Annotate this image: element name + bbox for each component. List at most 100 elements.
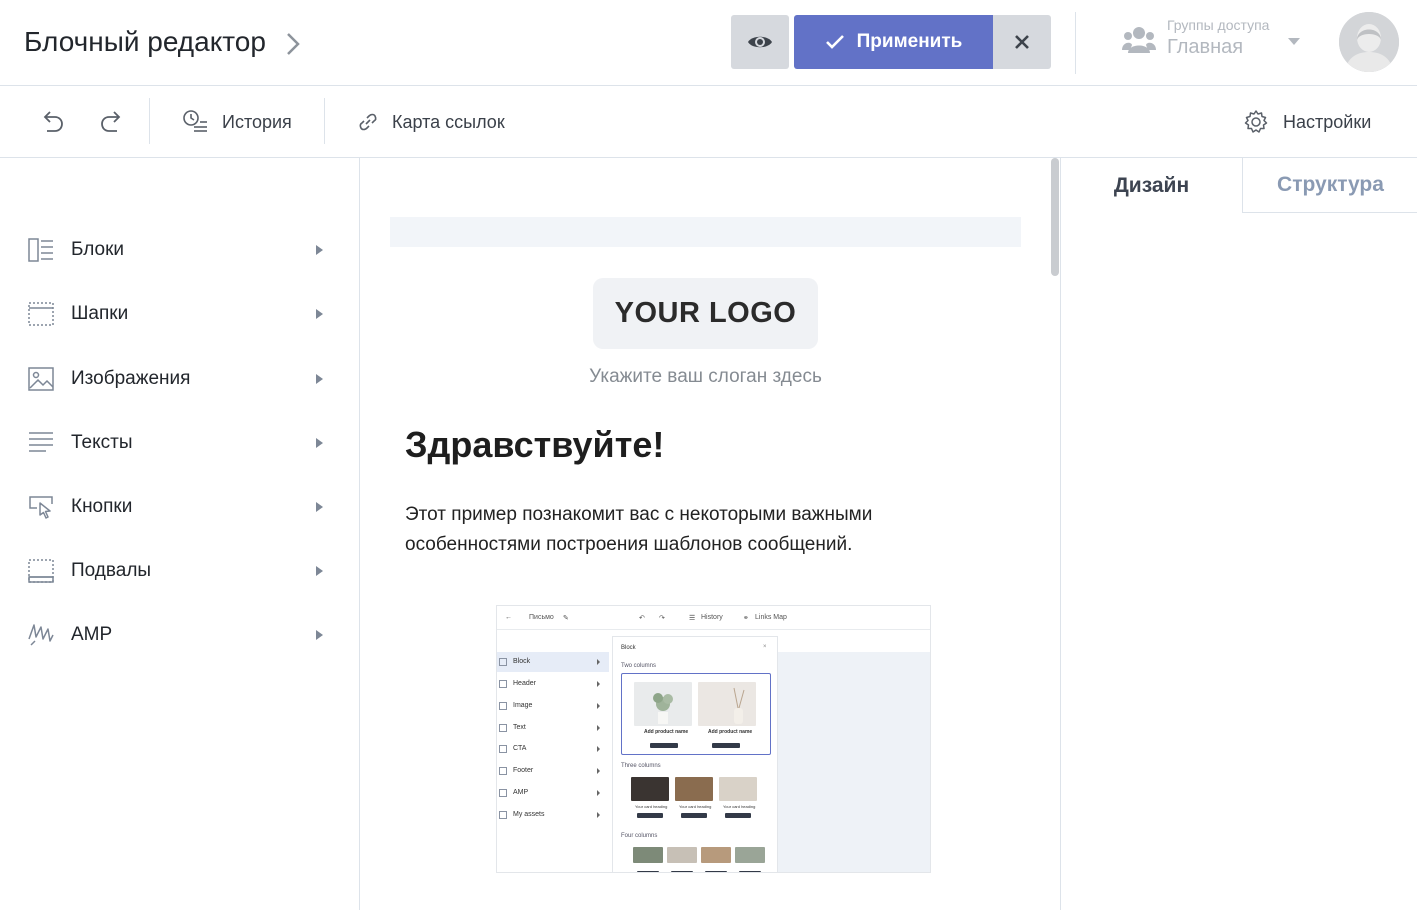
sidebar-item-label: Блоки [71,239,125,260]
mini-item-icon [499,767,507,775]
settings-label: Настройки [1283,111,1372,132]
sidebar-item-texts[interactable]: Тексты [28,423,328,463]
mini-item: Text [497,718,609,738]
mini-card-heading: Your card heading [635,804,668,809]
mini-item: Block [497,652,609,672]
mini-product-name: Add product name [708,729,753,735]
apply-button[interactable]: Применить [794,15,993,69]
sidebar-item-amp[interactable]: AMP [28,615,328,655]
blocks-icon [28,237,54,263]
preview-button[interactable] [731,15,789,69]
mini-arrow-icon [597,812,600,818]
preheader-strip[interactable] [390,217,1021,247]
mini-close-icon: × [763,644,767,650]
caret-right-icon [316,309,323,319]
greeting-heading[interactable]: Здравствуйте! [405,424,664,466]
mini-undo-icon: ↶ [639,615,645,622]
sidebar-item-headers[interactable]: Шапки [28,294,328,334]
mini-link-icon: ⚭ [743,615,749,622]
mini-item-icon [499,811,507,819]
mini-canvas-bg [778,652,930,872]
history-icon [183,110,207,132]
properties-panel: Дизайн Структура [1060,158,1417,910]
mini-arrow-icon [597,659,600,665]
access-group-value: Главная [1167,36,1244,58]
redo-icon[interactable] [98,108,126,136]
mini-card-heading: Your card heading [723,804,756,809]
caret-right-icon [316,630,323,640]
mini-item-icon [499,680,507,688]
logo-placeholder[interactable]: YOUR LOGO [593,278,818,349]
mini-arrow-icon [597,703,600,709]
header-divider [1075,12,1076,74]
access-group-select[interactable]: Группы доступа Главная [1122,14,1312,68]
sidebar-item-label: AMP [71,624,113,645]
undo-icon[interactable] [38,108,66,136]
footer-icon [28,558,54,584]
header-icon [28,301,54,327]
caret-down-icon [1288,38,1300,45]
page-title: Блочный редактор [24,26,266,57]
mini-item-label: Block [513,658,531,665]
chevron-right-icon[interactable] [282,30,306,58]
tab-design[interactable]: Дизайн [1061,158,1242,213]
mini-toolbar: ← Письмо ✎ ↶ ↷ ☰ History ⚭ Links Map [497,606,930,630]
links-map-button[interactable]: Карта ссылок [358,106,505,138]
mini-item: Image [497,696,609,716]
mini-button [681,813,707,818]
user-silhouette-icon [1339,12,1399,72]
access-group-label: Группы доступа [1167,17,1270,33]
mini-sidebar: Block Header Image Text CTA Footer AMP M… [497,652,611,872]
sidebar-item-images[interactable]: Изображения [28,359,328,399]
toolbar-divider [324,98,325,144]
mini-links-label: Links Map [755,614,787,621]
canvas-scrollbar-thumb[interactable] [1051,158,1059,276]
mini-section-four: Four columns [621,833,658,839]
mini-item-icon [499,745,507,753]
sidebar-item-buttons[interactable]: Кнопки [28,487,328,527]
sidebar-item-label: Шапки [71,303,129,324]
history-button[interactable]: История [182,106,292,138]
avatar[interactable] [1339,12,1399,72]
sidebar-item-label: Кнопки [71,496,133,517]
mini-item: AMP [497,783,609,803]
top-bar: Блочный редактор Применить Группы доступ… [0,0,1417,86]
mini-vase-image [698,682,756,726]
mini-redo-icon: ↷ [659,615,665,622]
slogan-text[interactable]: Укажите ваш слоган здесь [390,366,1021,388]
mini-vase-icon [733,687,745,724]
mini-item: Footer [497,761,609,781]
settings-button[interactable]: Настройки [1243,106,1371,138]
link-icon [359,113,377,131]
intro-paragraph[interactable]: Этот пример познакомит вас с некоторыми … [405,500,965,560]
mini-item-label: Header [513,680,536,687]
mini-item-label: CTA [513,745,527,752]
mini-item: CTA [497,739,609,759]
mini-button [637,813,663,818]
sidebar-item-footers[interactable]: Подвалы [28,551,328,591]
caret-right-icon [316,566,323,576]
editor-preview-image[interactable]: ← Письмо ✎ ↶ ↷ ☰ History ⚭ Links Map Blo… [496,605,931,873]
mini-button [739,871,761,872]
mini-history-label: History [701,614,723,621]
email-canvas[interactable]: YOUR LOGO Укажите ваш слоган здесь Здрав… [360,158,1060,910]
mini-item-label: My assets [513,811,545,818]
mini-arrow-icon [597,681,600,687]
mini-history-icon: ☰ [689,615,696,622]
apply-button-label: Применить [856,31,963,52]
mini-button [725,813,751,818]
sidebar-item-blocks[interactable]: Блоки [28,230,328,270]
caret-right-icon [316,438,323,448]
tab-structure[interactable]: Структура [1242,158,1417,213]
mini-panel-title: Block [621,645,636,651]
mini-card-image [719,777,757,801]
sidebar-item-label: Изображения [71,368,191,389]
close-button[interactable] [993,15,1051,69]
text-icon [28,430,54,456]
button-icon [28,494,54,520]
mini-item-label: Image [513,702,533,709]
mini-card-image [633,847,663,863]
mini-card-image [701,847,731,863]
mini-button [712,743,740,748]
mini-item-label: Footer [513,767,534,774]
